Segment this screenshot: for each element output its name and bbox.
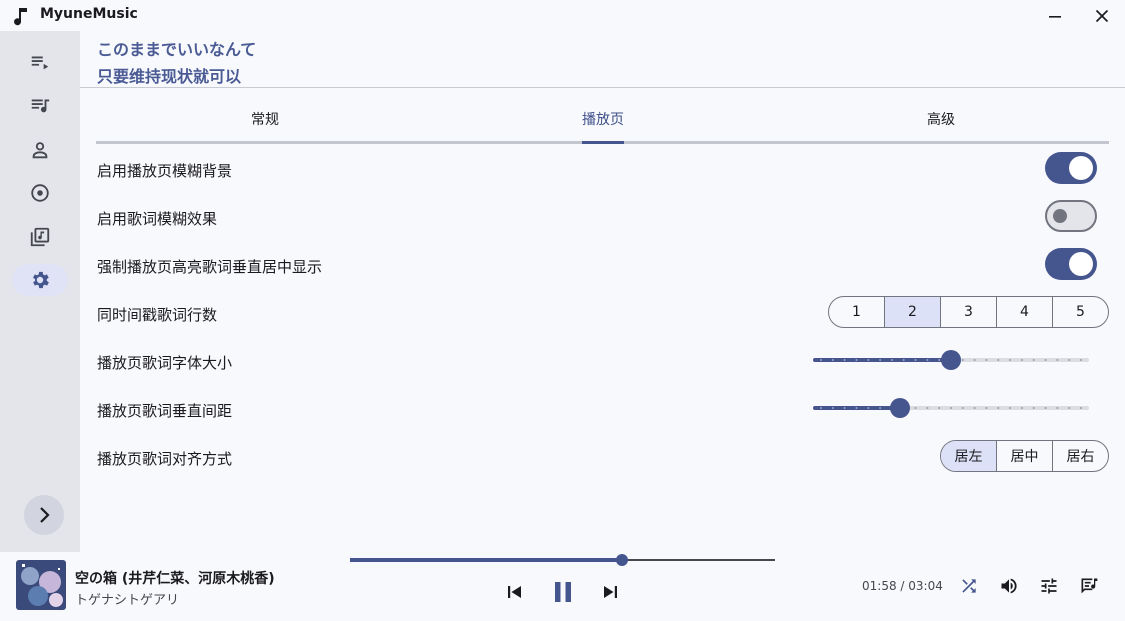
queue-music-icon [31, 99, 50, 113]
sidebar [0, 31, 80, 552]
align-left-option[interactable]: 居左 [941, 441, 997, 471]
time-display: 01:58 / 03:04 [862, 579, 943, 593]
equalizer-icon [1041, 578, 1057, 594]
close-icon [1095, 9, 1109, 23]
setting-label: 同时间戳歌词行数 [97, 306, 218, 324]
chevron-right-icon [40, 507, 50, 523]
nav-playlists[interactable] [12, 89, 68, 121]
minimize-button[interactable] [1042, 3, 1068, 29]
player-bar: 空の箱 (井芹仁菜、河原木桃香) トゲナシトゲアリ 01:58 / 03:04 [0, 552, 1125, 621]
line-spacing-slider[interactable] [813, 394, 1089, 422]
setting-blur-background: 启用播放页模糊背景 [97, 152, 1109, 192]
align-right-option[interactable]: 居右 [1053, 441, 1108, 471]
lines-option-3[interactable]: 3 [941, 297, 997, 327]
setting-label: 启用播放页模糊背景 [97, 162, 233, 180]
toggle-knob [1069, 252, 1093, 276]
lyric-line-original: このままでいいなんて [97, 40, 257, 59]
setting-label: 启用歌词模糊效果 [97, 210, 218, 228]
setting-lyric-blur: 启用歌词模糊效果 [97, 200, 1109, 240]
playback-progress-bar[interactable] [350, 552, 775, 568]
app-title: MyuneMusic [40, 6, 138, 22]
volume-button[interactable] [997, 574, 1021, 598]
pause-button[interactable] [548, 577, 578, 607]
setting-alignment: 播放页歌词对齐方式 居左 居中 居右 [97, 440, 1109, 480]
toggle-knob [1069, 156, 1093, 180]
song-title[interactable]: 空の箱 (井芹仁菜、河原木桃香) [75, 568, 275, 588]
tab-playback-page[interactable]: 播放页 [582, 109, 624, 144]
previous-button[interactable] [503, 580, 527, 604]
font-size-slider[interactable] [813, 346, 1089, 374]
playlist-play-icon [31, 56, 49, 70]
slider-ticks [820, 407, 1082, 409]
next-button[interactable] [598, 580, 622, 604]
nav-now-playing[interactable] [12, 46, 68, 78]
person-icon [32, 142, 48, 159]
settings-gear-icon [33, 271, 49, 289]
setting-font-size: 播放页歌词字体大小 [97, 344, 1109, 384]
setting-lines-per-timestamp: 同时间戳歌词行数 1 2 3 4 5 [97, 296, 1109, 336]
lyrics-button[interactable] [1077, 574, 1101, 598]
lines-option-5[interactable]: 5 [1053, 297, 1108, 327]
lyrics-icon [1081, 578, 1098, 594]
song-artist[interactable]: トゲナシトゲアリ [75, 589, 179, 608]
shuffle-button[interactable] [957, 574, 981, 598]
lines-segmented-control: 1 2 3 4 5 [828, 296, 1109, 328]
setting-line-spacing: 播放页歌词垂直间距 [97, 392, 1109, 432]
setting-label: 播放页歌词垂直间距 [97, 402, 233, 420]
settings-tabs: 常规 播放页 高级 [96, 99, 1109, 144]
progress-thumb[interactable] [616, 554, 628, 566]
slider-thumb[interactable] [890, 398, 910, 418]
minimize-icon [1049, 16, 1061, 18]
alignment-segmented-control: 居左 居中 居右 [940, 440, 1109, 472]
title-bar: MyuneMusic [0, 0, 1125, 31]
lyric-blur-toggle[interactable] [1045, 200, 1097, 232]
skip-previous-icon [508, 586, 521, 598]
shuffle-icon [962, 579, 976, 593]
slider-thumb[interactable] [941, 350, 961, 370]
library-music-icon [30, 227, 50, 247]
pause-icon [555, 582, 571, 602]
setting-label: 播放页歌词字体大小 [97, 354, 233, 372]
lines-option-1[interactable]: 1 [829, 297, 885, 327]
lyric-line-translation: 只要维持现状就可以 [97, 67, 242, 86]
lines-option-4[interactable]: 4 [997, 297, 1053, 327]
toggle-knob [1053, 209, 1067, 223]
setting-force-center: 强制播放页高亮歌词垂直居中显示 [97, 248, 1109, 288]
progress-fill [350, 558, 622, 562]
nav-library[interactable] [12, 221, 68, 253]
lyric-header: このままでいいなんて 只要维持现状就可以 [80, 31, 1125, 88]
settings-page: このままでいいなんて 只要维持现状就可以 常规 播放页 高级 启用播放页模糊背景… [80, 31, 1125, 552]
close-button[interactable] [1089, 3, 1115, 29]
volume-icon [1001, 578, 1017, 594]
nav-albums[interactable] [12, 177, 68, 209]
equalizer-button[interactable] [1037, 574, 1061, 598]
align-center-option[interactable]: 居中 [997, 441, 1053, 471]
tab-general[interactable]: 常规 [251, 109, 279, 144]
expand-sidebar-button[interactable] [24, 495, 64, 535]
setting-label: 强制播放页高亮歌词垂直居中显示 [97, 258, 323, 276]
blur-background-toggle[interactable] [1045, 152, 1097, 184]
album-cover[interactable] [16, 560, 66, 610]
tab-advanced[interactable]: 高级 [927, 109, 955, 144]
setting-label: 播放页歌词对齐方式 [97, 450, 233, 468]
nav-settings[interactable] [12, 264, 68, 296]
nav-artists[interactable] [12, 134, 68, 166]
force-center-toggle[interactable] [1045, 248, 1097, 280]
music-note-icon [12, 6, 30, 26]
lines-option-2[interactable]: 2 [885, 297, 941, 327]
album-icon [31, 184, 49, 202]
skip-next-icon [604, 586, 617, 598]
